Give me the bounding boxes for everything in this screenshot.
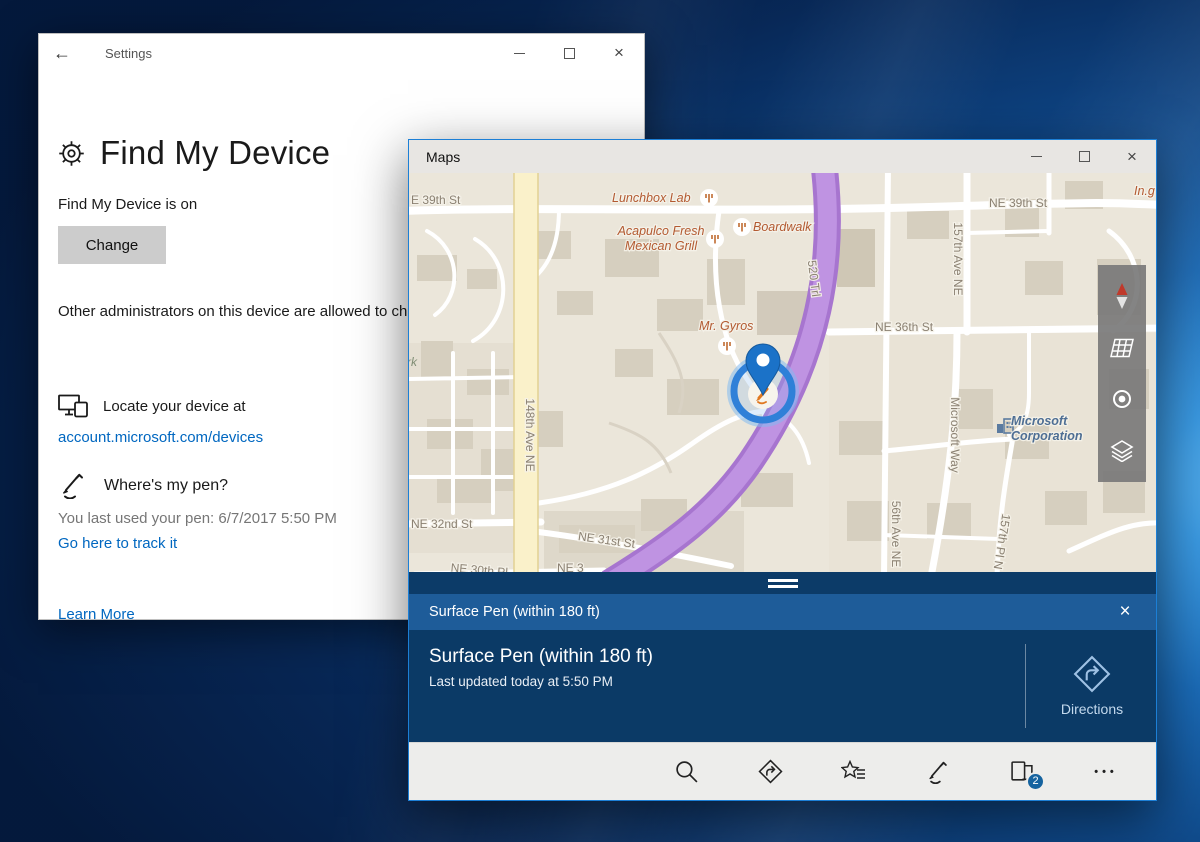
close-icon: ×: [1127, 147, 1137, 167]
pen-section-row: Where's my pen?: [58, 472, 228, 499]
ink-pen-button[interactable]: [924, 758, 952, 786]
tilt-3d-button[interactable]: [1104, 330, 1140, 366]
layers-icon: [1109, 440, 1135, 462]
map-yellow-road: [514, 173, 538, 572]
minimize-icon: [1031, 156, 1042, 157]
compass-icon: [1114, 282, 1130, 310]
directions-diamond-icon: [1073, 655, 1111, 693]
panel-divider: [1025, 644, 1026, 728]
back-icon: ←: [53, 43, 71, 64]
poi-label: Lunchbox Lab: [612, 191, 691, 205]
account-devices-link[interactable]: account.microsoft.com/devices: [58, 429, 263, 446]
pen-heading: Where's my pen?: [104, 477, 228, 495]
directions-toolbar-button[interactable]: [756, 758, 784, 786]
poi-label: Boardwalk: [753, 220, 812, 234]
favorites-button[interactable]: [840, 758, 868, 786]
result-panel-body: Surface Pen (within 180 ft) Last updated…: [409, 630, 1156, 742]
settings-window-controls: ×: [494, 34, 644, 72]
result-item-title: Surface Pen (within 180 ft): [429, 646, 653, 668]
favorites-star-icon: [841, 760, 867, 784]
minimize-button[interactable]: [1012, 140, 1060, 173]
change-button[interactable]: Change: [58, 226, 166, 264]
close-button[interactable]: ×: [594, 34, 644, 72]
poi-label: Mr. Gyros: [699, 319, 753, 333]
map-layers-button[interactable]: [1104, 433, 1140, 469]
more-icon: •••: [1094, 766, 1118, 778]
close-icon: ×: [614, 43, 624, 63]
track-pen-link[interactable]: Go here to track it: [58, 535, 177, 552]
minimize-icon: [514, 53, 525, 54]
page-title: Find My Device: [100, 134, 330, 172]
desktop-wallpaper: ← Settings × Find: [0, 0, 1200, 842]
street-label: Microsoft Way: [948, 397, 962, 473]
locate-device-row: Locate your device at: [58, 394, 246, 418]
street-label: 148th Ave NE: [523, 398, 537, 471]
close-icon: ×: [1119, 601, 1130, 623]
street-label: 56th Ave NE: [889, 501, 903, 568]
pen-last-used: You last used your pen: 6/7/2017 5:50 PM: [58, 510, 337, 527]
learn-more-link[interactable]: Learn More: [58, 606, 135, 623]
close-button[interactable]: ×: [1108, 140, 1156, 173]
map-graphics: E 39th St Lunchbox Lab Boardwalk Acapulc…: [409, 173, 1156, 572]
tilt-grid-icon: [1109, 338, 1135, 358]
compass-button[interactable]: [1104, 278, 1140, 314]
maximize-button[interactable]: [1060, 140, 1108, 173]
settings-app-title: Settings: [105, 46, 152, 61]
tracked-devices-button[interactable]: 2: [1008, 758, 1036, 786]
pen-icon: [58, 472, 89, 499]
devices-icon: [58, 394, 88, 418]
locate-label: Locate your device at: [103, 398, 246, 415]
street-label: NE 36th St: [875, 320, 934, 334]
result-item-subtitle: Last updated today at 5:50 PM: [429, 674, 613, 689]
directions-label: Directions: [1061, 701, 1123, 717]
maximize-button[interactable]: [544, 34, 594, 72]
street-label: NE 32nd St: [411, 517, 473, 531]
poi-label: Mexican Grill: [625, 239, 698, 253]
result-header-title: Surface Pen (within 180 ft): [429, 604, 600, 620]
device-count-badge: 2: [1026, 772, 1045, 791]
street-label: NE 39th St: [989, 196, 1048, 210]
maps-toolbar: 2 •••: [409, 742, 1156, 800]
location-icon: [1111, 388, 1133, 410]
maps-window-controls: ×: [1012, 140, 1156, 173]
street-label: 157th Ave NE: [951, 222, 965, 295]
find-device-status: Find My Device is on: [58, 196, 197, 213]
more-button[interactable]: •••: [1092, 758, 1120, 786]
maps-app-title: Maps: [426, 149, 460, 165]
minimize-button[interactable]: [494, 34, 544, 72]
search-button[interactable]: [672, 758, 700, 786]
park-label: rk: [409, 355, 418, 369]
map-canvas[interactable]: E 39th St Lunchbox Lab Boardwalk Acapulc…: [409, 173, 1156, 572]
result-panel-header: Surface Pen (within 180 ft) ×: [409, 594, 1156, 630]
poi-label: Acapulco Fresh: [617, 224, 705, 238]
ink-pen-icon: [925, 760, 952, 784]
gear-icon: [58, 140, 85, 167]
settings-titlebar: ← Settings ×: [39, 34, 644, 72]
poi-label: In.g: [1134, 184, 1155, 198]
maps-titlebar: Maps ×: [409, 140, 1156, 173]
back-button[interactable]: ←: [39, 34, 85, 72]
search-icon: [674, 759, 699, 784]
maximize-icon: [1079, 151, 1090, 162]
place-label: Corporation: [1011, 429, 1083, 443]
directions-button[interactable]: Directions: [1028, 630, 1156, 742]
drag-handle-icon[interactable]: [768, 579, 798, 588]
current-location-button[interactable]: [1104, 381, 1140, 417]
maps-window: Maps ×: [408, 139, 1157, 801]
directions-icon: [758, 759, 783, 784]
panel-close-button[interactable]: ×: [1108, 594, 1142, 630]
place-label: Microsoft: [1011, 414, 1068, 428]
street-label: E 39th St: [411, 193, 461, 207]
maximize-icon: [564, 48, 575, 59]
map-control-rail: [1098, 265, 1146, 482]
street-label: NE 3: [557, 561, 584, 572]
panel-drag-strip[interactable]: [409, 572, 1156, 594]
page-heading: Find My Device: [58, 134, 330, 172]
